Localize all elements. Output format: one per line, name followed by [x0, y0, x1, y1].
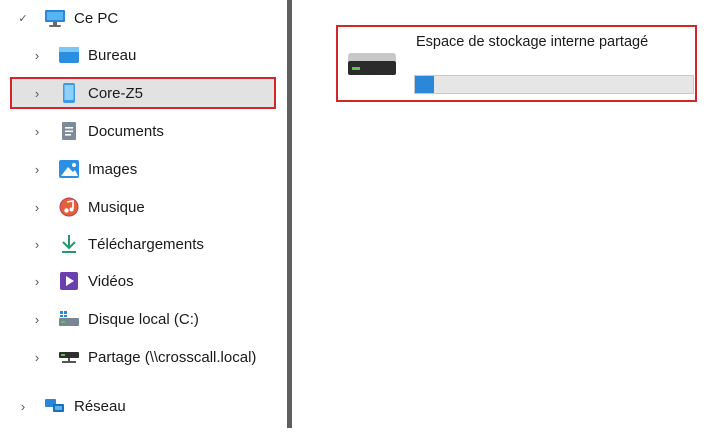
nav-item-label: Vidéos: [88, 272, 134, 290]
nav-item-this-pc[interactable]: ✓ Ce PC: [16, 3, 118, 33]
nav-item-telechargements[interactable]: › Téléchargements: [30, 229, 204, 259]
network-drive-icon: [58, 346, 80, 368]
desktop-icon: [58, 44, 80, 66]
chevron-right-icon[interactable]: ›: [30, 237, 44, 252]
nav-item-label: Ce PC: [74, 9, 119, 27]
chevron-right-icon[interactable]: ›: [30, 274, 44, 289]
storage-usage-fill: [415, 76, 435, 93]
chevron-right-icon[interactable]: ›: [30, 350, 44, 365]
storage-tile[interactable]: Espace de stockage interne partagé: [336, 25, 697, 102]
nav-item-label: Partage (\\crosscall.local): [88, 348, 257, 366]
nav-item-disque-local[interactable]: › Disque local (C:): [30, 304, 199, 334]
nav-item-core-z5[interactable]: › Core-Z5: [30, 78, 143, 108]
chevron-right-icon[interactable]: ›: [30, 200, 44, 215]
navigation-pane: ✓ Ce PC › Bureau › Core-Z5 › Documents ›…: [0, 0, 282, 439]
nav-item-label: Téléchargements: [88, 235, 204, 253]
nav-item-bureau[interactable]: › Bureau: [30, 40, 137, 70]
nav-item-label: Documents: [88, 122, 164, 140]
chevron-right-icon[interactable]: ›: [16, 399, 30, 414]
nav-item-musique[interactable]: › Musique: [30, 192, 145, 222]
nav-item-label: Réseau: [74, 397, 126, 415]
chevron-down-icon[interactable]: ✓: [16, 12, 30, 25]
chevron-right-icon[interactable]: ›: [30, 312, 44, 327]
nav-item-images[interactable]: › Images: [30, 154, 137, 184]
storage-name: Espace de stockage interne partagé: [416, 34, 649, 50]
nav-item-label: Images: [88, 160, 138, 178]
chevron-right-icon[interactable]: ›: [30, 86, 44, 101]
nav-item-label: Core-Z5: [88, 84, 144, 102]
chevron-right-icon[interactable]: ›: [30, 162, 44, 177]
drive-icon: [346, 51, 398, 77]
storage-usage-bar: [414, 75, 694, 94]
pane-splitter[interactable]: [287, 0, 292, 428]
local-disk-icon: [58, 308, 80, 330]
documents-icon: [58, 120, 80, 142]
download-icon: [58, 233, 80, 255]
chevron-right-icon[interactable]: ›: [30, 48, 44, 63]
videos-icon: [58, 270, 80, 292]
nav-item-label: Bureau: [88, 46, 137, 64]
network-icon: [44, 395, 66, 417]
nav-item-reseau[interactable]: › Réseau: [16, 391, 126, 421]
nav-item-label: Musique: [88, 198, 145, 216]
nav-item-documents[interactable]: › Documents: [30, 116, 164, 146]
nav-item-label: Disque local (C:): [88, 310, 199, 328]
nav-item-videos[interactable]: › Vidéos: [30, 266, 134, 296]
pictures-icon: [58, 158, 80, 180]
nav-item-partage[interactable]: › Partage (\\crosscall.local): [30, 342, 257, 372]
chevron-right-icon[interactable]: ›: [30, 124, 44, 139]
phone-icon: [58, 82, 80, 104]
music-icon: [58, 196, 80, 218]
computer-icon: [44, 7, 66, 29]
